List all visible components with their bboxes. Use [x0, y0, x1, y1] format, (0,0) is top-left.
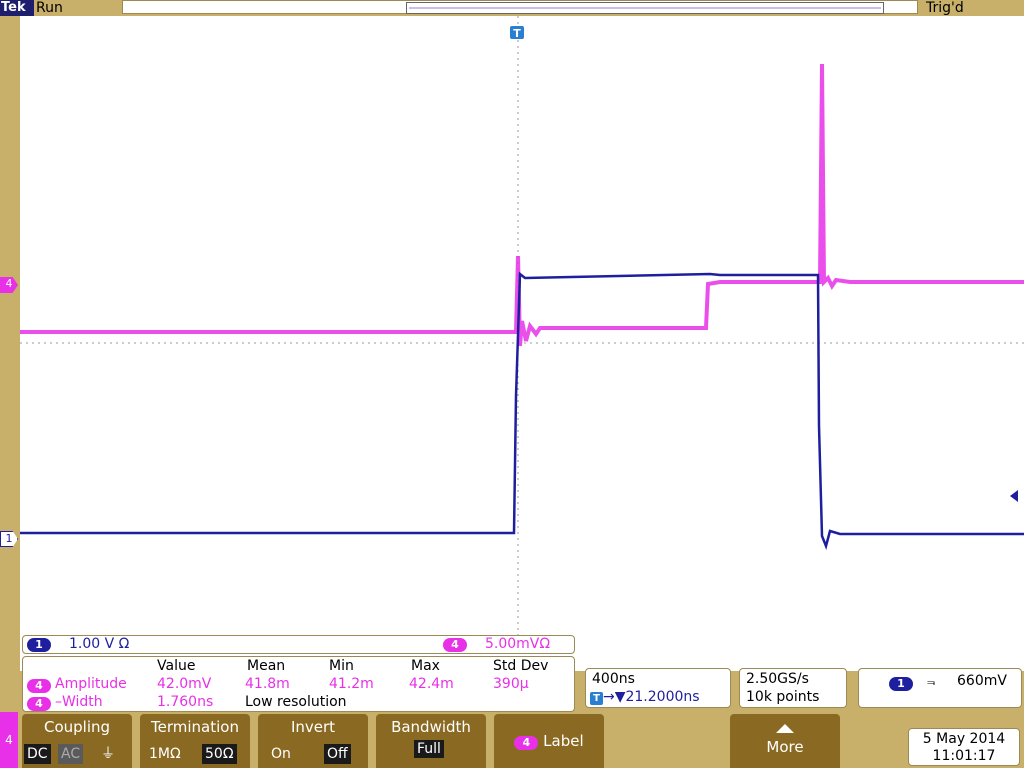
bandwidth-button[interactable]: Bandwidth Full	[376, 714, 486, 768]
width-note: Low resolution	[245, 694, 347, 710]
trigger-slope-icon: ⫬	[927, 673, 936, 689]
trigger-position-icon: T	[510, 26, 524, 40]
row-ch-badge: 4	[27, 677, 51, 693]
amplitude-value: 42.0mV	[157, 676, 212, 692]
termination-button[interactable]: Termination 1MΩ 50Ω	[140, 714, 250, 768]
trigger-t-icon: T	[590, 692, 603, 705]
invert-off[interactable]: Off	[324, 744, 351, 764]
amplitude-min: 41.2m	[329, 676, 374, 692]
header-max: Max	[411, 658, 440, 674]
bandwidth-value: Full	[414, 740, 444, 758]
coupling-ground-icon[interactable]: ⏚	[98, 744, 118, 764]
header-value: Value	[157, 658, 196, 674]
amplitude-mean: 41.8m	[245, 676, 290, 692]
amplitude-name: Amplitude	[55, 676, 127, 692]
tek-logo: Tek	[0, 0, 34, 16]
menu-channel-marker: 4	[0, 712, 18, 768]
trigger-level: 660mV	[957, 673, 1007, 689]
amplitude-std-dev: 390µ	[493, 676, 529, 692]
time: 11:01:17	[932, 748, 996, 764]
svg-text:T: T	[513, 27, 521, 40]
more-button[interactable]: More	[730, 714, 840, 768]
trigger-level-icon	[1010, 490, 1018, 502]
ch1-waveform	[20, 271, 1024, 550]
width-name: –Width	[55, 694, 103, 710]
termination-1m[interactable]: 1MΩ	[146, 744, 184, 764]
horizontal-scale: 400ns	[592, 671, 635, 687]
record-length: 10k points	[746, 689, 820, 705]
label-button[interactable]: 4 Label	[494, 714, 604, 768]
horizontal-readout[interactable]: 400ns T →▼21.2000ns	[585, 668, 731, 708]
graticule: T	[20, 16, 1024, 671]
label-ch-badge: 4	[514, 736, 539, 750]
acquisition-readout[interactable]: 2.50GS/s 10k points	[739, 668, 847, 708]
header-mean: Mean	[247, 658, 286, 674]
channel-scale-readout: 1 1.00 V Ω 4 5.00mVΩ	[22, 635, 575, 654]
width-value: 1.760ns	[157, 694, 214, 710]
header-std-dev: Std Dev	[493, 658, 549, 674]
invert-button[interactable]: Invert On Off	[258, 714, 368, 768]
invert-on[interactable]: On	[268, 744, 294, 764]
ch4-scale: 5.00mVΩ	[485, 636, 551, 652]
ch1-scale: 1.00 V Ω	[69, 636, 130, 652]
label-title: Label	[543, 732, 584, 750]
termination-50[interactable]: 50Ω	[202, 744, 237, 764]
horizontal-position: T →▼21.2000ns	[590, 689, 700, 705]
trigger-state: Trig'd	[926, 0, 964, 16]
ch1-badge: 1	[27, 638, 51, 652]
ch4-badge: 4	[443, 638, 467, 652]
record-view-bracket[interactable]	[406, 2, 884, 14]
trigger-readout[interactable]: 1 ⫬ 660mV	[858, 668, 1022, 708]
trigger-source: 1	[889, 675, 913, 691]
up-arrow-icon	[776, 724, 794, 733]
row-ch-badge: 4	[27, 695, 51, 711]
ch1-ground-marker: 1	[0, 531, 18, 547]
coupling-button[interactable]: Coupling DC AC ⏚	[22, 714, 132, 768]
coupling-dc[interactable]: DC	[24, 744, 51, 764]
ch4-waveform	[20, 63, 1024, 347]
measurement-table: Value Mean Min Max Std Dev 4 Amplitude 4…	[22, 656, 575, 712]
sample-rate: 2.50GS/s	[746, 671, 809, 687]
record-window	[122, 0, 918, 14]
run-state: Run	[36, 0, 63, 16]
coupling-ac[interactable]: AC	[58, 744, 84, 764]
ch4-ground-marker: 4	[0, 277, 18, 293]
date: 5 May 2014	[922, 731, 1006, 747]
date-time: 5 May 2014 11:01:17	[908, 728, 1020, 766]
amplitude-max: 42.4m	[409, 676, 454, 692]
status-bar: Tek Run Trig'd	[0, 0, 1024, 16]
header-min: Min	[329, 658, 354, 674]
